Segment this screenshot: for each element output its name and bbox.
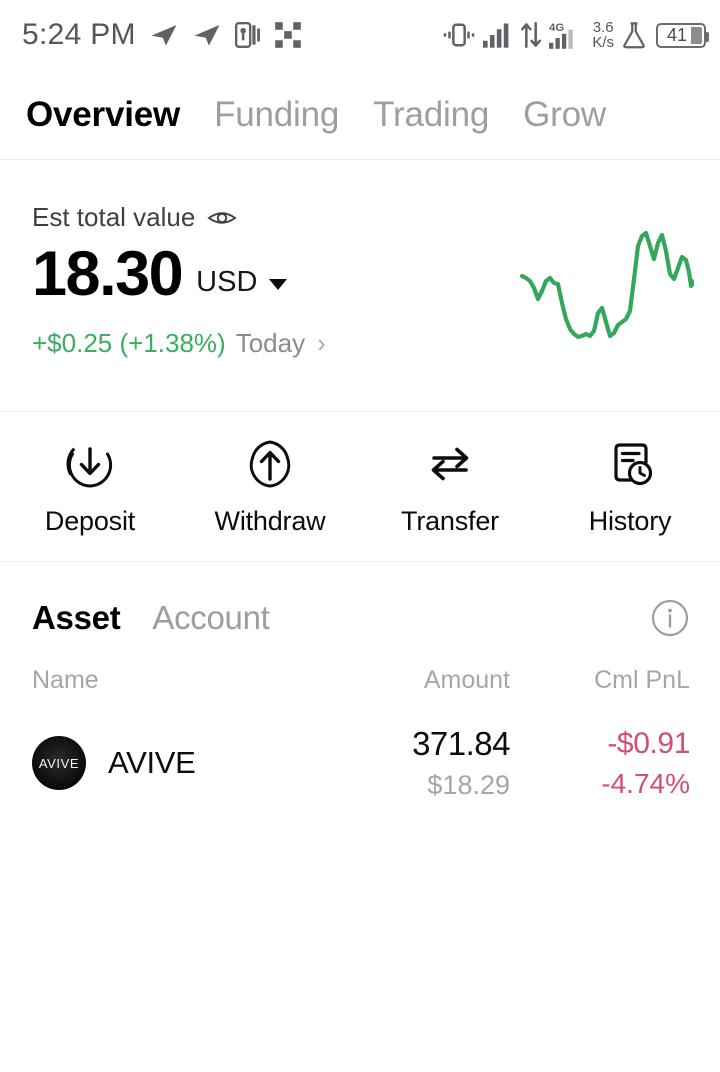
asset-tab-bar: Asset Account	[0, 562, 720, 638]
tab-trading[interactable]: Trading	[373, 95, 489, 135]
battery-fill	[691, 26, 702, 44]
asset-amount-fiat: $18.29	[427, 770, 510, 800]
flask-icon	[623, 22, 645, 49]
est-total-value-label: Est total value	[32, 202, 196, 232]
battery-percent: 41	[666, 24, 688, 45]
transfer-arrows-icon	[431, 447, 469, 481]
table-row[interactable]: AVIVE AVIVE 371.84 $18.29 -$0.91 -4.74%	[0, 695, 720, 801]
pixel-squares-icon	[274, 22, 301, 48]
column-header-name: Name	[32, 666, 99, 694]
vibrate-icon	[444, 23, 475, 47]
asset-table-header: Name Amount Cml PnL	[0, 638, 720, 695]
asset-pnl-value: -$0.91	[607, 726, 690, 760]
transfer-button[interactable]: Transfer	[360, 436, 540, 537]
transfer-label: Transfer	[401, 506, 499, 536]
tab-asset[interactable]: Asset	[32, 599, 121, 637]
tab-grow[interactable]: Grow	[523, 95, 606, 135]
asset-symbol: AVIVE	[108, 745, 196, 780]
data-speed: 3.6 K/s	[592, 20, 614, 50]
telegram-plane-icon	[151, 25, 177, 46]
withdraw-arrow-up-icon	[249, 440, 291, 488]
history-document-clock-icon	[614, 443, 653, 486]
caret-down-icon[interactable]	[269, 279, 288, 290]
data-speed-value: 3.6	[592, 19, 614, 36]
deposit-label: Deposit	[44, 506, 136, 536]
signal-bars-icon	[483, 23, 509, 48]
telegram-plane-icon	[194, 25, 220, 46]
4g-signal-icon: 4G	[549, 22, 574, 49]
status-bar-clock: 5:24 PM	[22, 18, 136, 51]
tab-account[interactable]: Account	[152, 599, 269, 637]
chevron-right-icon[interactable]: ›	[317, 328, 326, 359]
sparkline-path	[519, 230, 694, 340]
top-tab-bar: Overview Funding Trading Grow	[0, 70, 720, 160]
eye-icon[interactable]	[207, 207, 238, 229]
battery-indicator: 41	[656, 22, 709, 48]
deposit-button[interactable]: Deposit	[0, 436, 180, 537]
tab-overview[interactable]: Overview	[26, 95, 180, 135]
balance-amount: 18.30	[32, 239, 184, 309]
coin-logo-text: AVIVE	[38, 755, 80, 771]
balance-change-period: Today	[235, 328, 306, 358]
withdraw-button[interactable]: Withdraw	[180, 436, 360, 537]
action-button-row: Deposit Withdraw Transfer History	[0, 412, 720, 562]
balance-section: Est total value 18.30 USD +$0.25 (+1.38%…	[0, 160, 720, 412]
deposit-arrow-down-icon	[66, 440, 114, 488]
data-transfer-icon	[521, 22, 542, 48]
asset-pnl-percent: -4.74%	[601, 767, 690, 799]
asset-amount-cell: 371.84 $18.29	[332, 725, 550, 801]
balance-sparkline-chart	[519, 230, 694, 340]
column-header-amount: Amount	[423, 666, 510, 694]
app-p-icon	[234, 21, 260, 49]
info-circle-icon[interactable]	[650, 598, 690, 638]
status-bar: 5:24 PM 4G 3.6 K/s 41	[0, 0, 720, 70]
withdraw-label: Withdraw	[214, 506, 326, 536]
data-speed-unit: K/s	[592, 34, 614, 51]
column-header-pnl: Cml PnL	[594, 666, 690, 694]
asset-pnl-cell: -$0.91 -4.74%	[550, 727, 690, 800]
tab-funding[interactable]: Funding	[214, 95, 339, 135]
asset-amount: 371.84	[412, 725, 510, 762]
svg-text:4G: 4G	[549, 22, 564, 34]
balance-change-value: +$0.25 (+1.38%)	[32, 328, 226, 358]
status-bar-right: 4G 3.6 K/s 41	[442, 20, 709, 50]
history-label: History	[588, 506, 672, 536]
balance-currency[interactable]: USD	[196, 266, 257, 299]
status-bar-left: 5:24 PM	[22, 18, 302, 52]
asset-name-cell: AVIVE AVIVE	[32, 736, 332, 790]
history-button[interactable]: History	[540, 436, 720, 537]
avive-coin-icon: AVIVE	[32, 736, 86, 790]
